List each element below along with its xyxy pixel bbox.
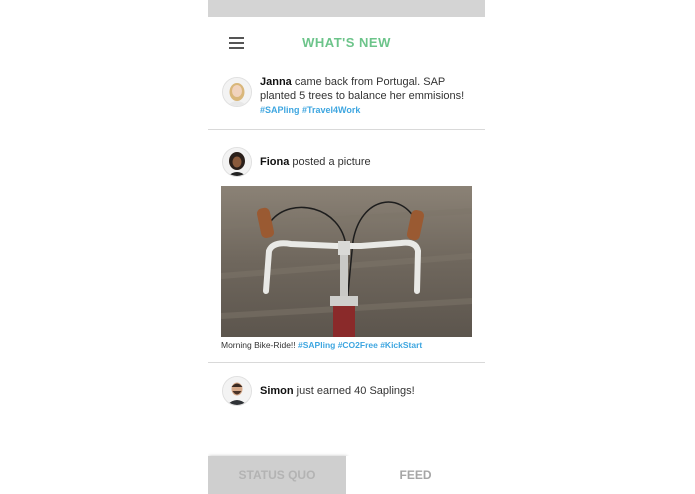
caption-text: Morning Bike-Ride!! [221, 340, 299, 350]
tab-feed[interactable]: FEED [346, 456, 485, 494]
post-text-janna: Janna came back from Portugal. SAP plant… [260, 75, 480, 117]
phone-screen: WHAT'S NEW Janna came back from Portugal… [208, 0, 485, 494]
author-name[interactable]: Simon [260, 385, 294, 397]
post-photo[interactable] [221, 186, 472, 337]
post-text-simon: Simon just earned 40 Saplings! [260, 384, 480, 398]
app-header: WHAT'S NEW [208, 17, 485, 69]
post-text-fiona: Fiona posted a picture [260, 155, 480, 169]
page-title: WHAT'S NEW [302, 35, 391, 50]
author-name[interactable]: Fiona [260, 156, 289, 168]
status-bar [208, 0, 485, 17]
post-caption: Morning Bike-Ride!! #SAPling #CO2Free #K… [221, 340, 481, 350]
feed-item-simon: Simon just earned 40 Saplings! [208, 363, 485, 453]
post-message: just earned 40 Saplings! [293, 385, 415, 397]
avatar-fiona[interactable] [222, 147, 252, 177]
tab-status-quo[interactable]: STATUS QUO [208, 456, 346, 494]
feed-item-janna: Janna came back from Portugal. SAP plant… [208, 69, 485, 129]
feed-item-fiona: Fiona posted a picture Morning Bike-Ride… [208, 130, 485, 361]
avatar-janna[interactable] [222, 77, 252, 107]
post-message: posted a picture [289, 156, 371, 168]
hashtags[interactable]: #SAPling #CO2Free #KickStart [298, 340, 422, 350]
author-name[interactable]: Janna [260, 76, 292, 88]
avatar-simon[interactable] [222, 376, 252, 406]
hashtags[interactable]: #SAPling #Travel4Work [260, 105, 360, 115]
bottom-tab-bar: STATUS QUO FEED [208, 456, 485, 494]
